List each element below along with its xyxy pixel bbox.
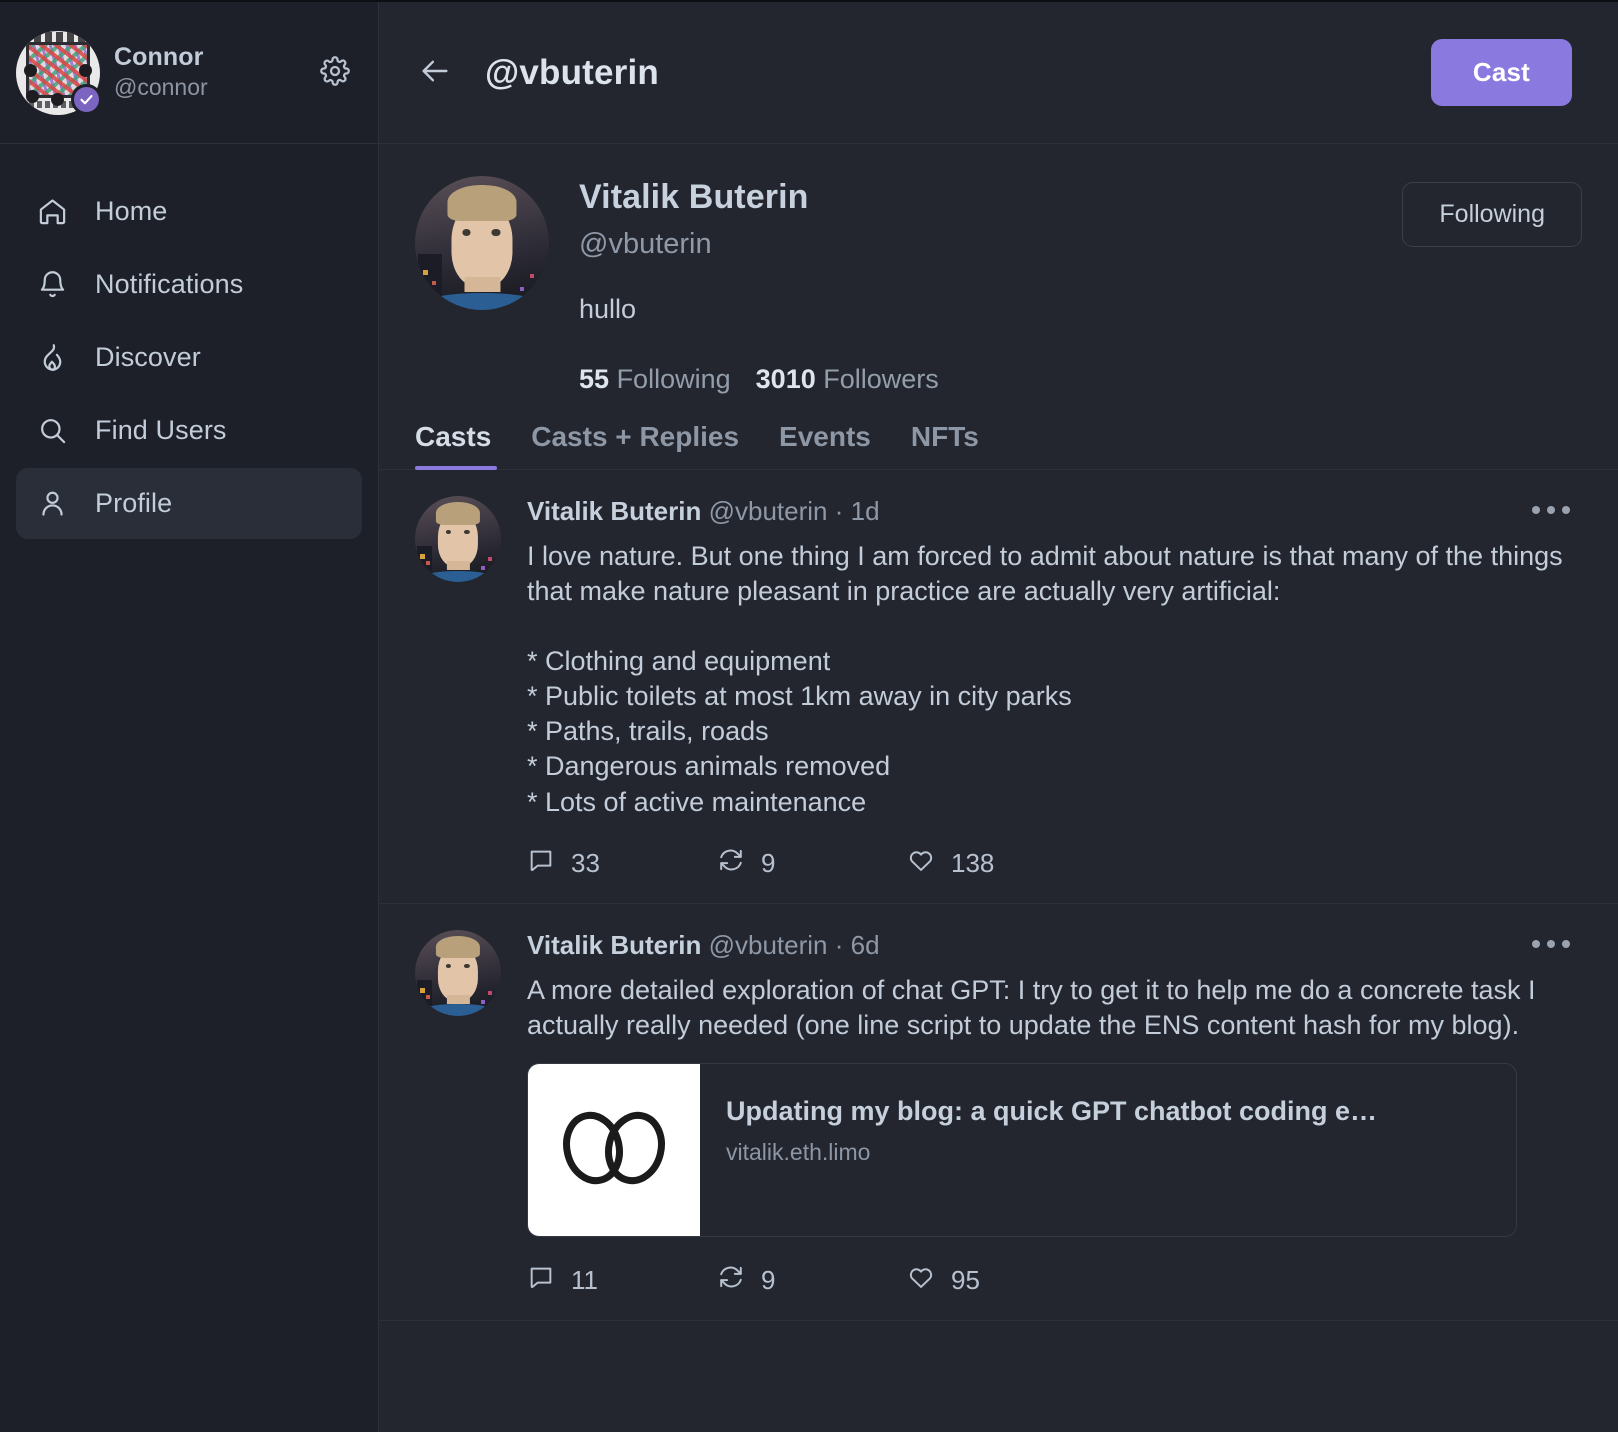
recast-icon	[717, 846, 745, 881]
settings-button[interactable]	[318, 56, 352, 90]
cast-header: Vitalik Buterin @vbuterin · 1d	[527, 496, 1582, 527]
heart-icon	[907, 1263, 935, 1298]
cast-actions: 11 9 95	[527, 1263, 1582, 1298]
recast-count: 9	[761, 847, 776, 878]
arrow-left-icon	[416, 54, 454, 91]
comment-icon	[527, 846, 555, 881]
ellipsis-icon	[1532, 939, 1540, 948]
cast-author-avatar[interactable]	[415, 929, 501, 1016]
cast-actions: 33 9 138	[527, 846, 1582, 881]
cast-separator: ·	[834, 929, 844, 960]
bell-icon	[36, 268, 69, 301]
cast-item[interactable]: Vitalik Buterin @vbuterin · 1d I love na…	[379, 470, 1618, 904]
tab-casts-replies[interactable]: Casts + Replies	[511, 421, 759, 469]
sidebar-user-handle: @connor	[114, 73, 208, 100]
avatar[interactable]	[16, 30, 102, 115]
cast-author-name[interactable]: Vitalik Buterin	[527, 930, 701, 960]
link-thumbnail	[528, 1064, 700, 1236]
top-bar: @vbuterin Cast	[379, 2, 1618, 144]
sidebar-item-label: Discover	[95, 342, 201, 372]
app-root: Connor @connor Home Notifications Discov…	[0, 0, 1618, 1432]
person-icon	[36, 487, 69, 520]
like-action[interactable]: 95	[907, 1263, 1097, 1298]
back-button[interactable]	[413, 51, 457, 95]
following-label[interactable]: Following	[617, 364, 731, 394]
cast-author-handle[interactable]: @vbuterin	[709, 496, 828, 526]
comment-icon	[527, 1263, 555, 1298]
recast-action[interactable]: 9	[717, 1263, 907, 1298]
cast-author-handle[interactable]: @vbuterin	[709, 930, 828, 960]
reply-count: 33	[571, 847, 600, 878]
profile-display-name: Vitalik Buterin	[579, 178, 809, 216]
profile-bio: hullo	[579, 294, 637, 325]
link-title: Updating my blog: a quick GPT chatbot co…	[726, 1096, 1378, 1126]
sidebar-item-home[interactable]: Home	[16, 176, 362, 247]
gear-icon	[320, 56, 350, 89]
reply-action[interactable]: 11	[527, 1263, 717, 1298]
search-icon	[36, 414, 69, 447]
infinity-icon	[554, 1105, 674, 1196]
followers-label[interactable]: Followers	[823, 364, 939, 394]
cast-button[interactable]: Cast	[1430, 39, 1572, 106]
sidebar-nav: Home Notifications Discover Find Users P…	[0, 144, 378, 539]
tab-events[interactable]: Events	[759, 421, 891, 469]
profile-header: Vitalik Buterin @vbuterin hullo 55 Follo…	[379, 144, 1618, 395]
recast-count: 9	[761, 1265, 776, 1295]
sidebar-item-discover[interactable]: Discover	[16, 322, 362, 393]
reply-count: 11	[571, 1265, 598, 1295]
link-preview-card[interactable]: Updating my blog: a quick GPT chatbot co…	[527, 1063, 1517, 1237]
tab-casts[interactable]: Casts	[415, 421, 511, 470]
home-icon	[36, 195, 69, 228]
sidebar-item-label: Home	[95, 196, 168, 226]
tab-nfts[interactable]: NFTs	[891, 421, 999, 469]
sidebar-account-header[interactable]: Connor @connor	[0, 2, 378, 144]
like-action[interactable]: 138	[907, 846, 1097, 881]
sidebar-item-label: Find Users	[95, 415, 227, 445]
page-title: @vbuterin	[485, 52, 659, 92]
cast-text: I love nature. But one thing I am forced…	[527, 540, 1563, 817]
cast-timestamp: 1d	[850, 495, 880, 526]
sidebar-item-label: Profile	[95, 488, 173, 518]
following-count[interactable]: 55	[579, 364, 609, 394]
like-count: 138	[951, 847, 995, 878]
cast-author-name[interactable]: Vitalik Buterin	[527, 496, 701, 526]
sidebar: Connor @connor Home Notifications Discov…	[0, 2, 379, 1432]
like-count: 95	[951, 1265, 980, 1295]
flame-icon	[36, 341, 69, 374]
followers-count[interactable]: 3010	[756, 364, 816, 394]
link-domain: vitalik.eth.limo	[726, 1139, 871, 1165]
cast-timestamp: 6d	[850, 929, 880, 960]
profile-scroll-area[interactable]: Vitalik Buterin @vbuterin hullo 55 Follo…	[379, 144, 1618, 1432]
profile-avatar[interactable]	[415, 176, 549, 310]
heart-icon	[907, 846, 935, 881]
cast-header: Vitalik Buterin @vbuterin · 6d	[527, 930, 1582, 961]
cast-item[interactable]: Vitalik Buterin @vbuterin · 6d A more de…	[379, 904, 1618, 1321]
sidebar-user-name: Connor	[114, 43, 204, 72]
sidebar-item-profile[interactable]: Profile	[16, 468, 362, 539]
sidebar-item-label: Notifications	[95, 269, 244, 299]
cast-author-avatar[interactable]	[415, 495, 501, 582]
cast-text: A more detailed exploration of chat GPT:…	[527, 974, 1544, 1040]
following-button[interactable]: Following	[1402, 182, 1582, 247]
recast-icon	[717, 1263, 745, 1298]
sidebar-item-find-users[interactable]: Find Users	[16, 395, 362, 466]
ellipsis-icon	[1532, 505, 1540, 514]
profile-handle: @vbuterin	[579, 227, 712, 260]
main-content: @vbuterin Cast Vitalik Buterin @vbuterin…	[379, 2, 1618, 1432]
cast-more-button[interactable]	[1524, 932, 1578, 956]
cast-more-button[interactable]	[1524, 498, 1578, 522]
recast-action[interactable]: 9	[717, 846, 907, 881]
reply-action[interactable]: 33	[527, 846, 717, 881]
profile-stats: 55 Following 3010 Followers	[579, 364, 1402, 395]
profile-tabs: Casts Casts + Replies Events NFTs	[379, 395, 1618, 470]
cast-separator: ·	[834, 495, 844, 526]
sidebar-item-notifications[interactable]: Notifications	[16, 249, 362, 320]
verified-badge-icon	[71, 83, 102, 115]
